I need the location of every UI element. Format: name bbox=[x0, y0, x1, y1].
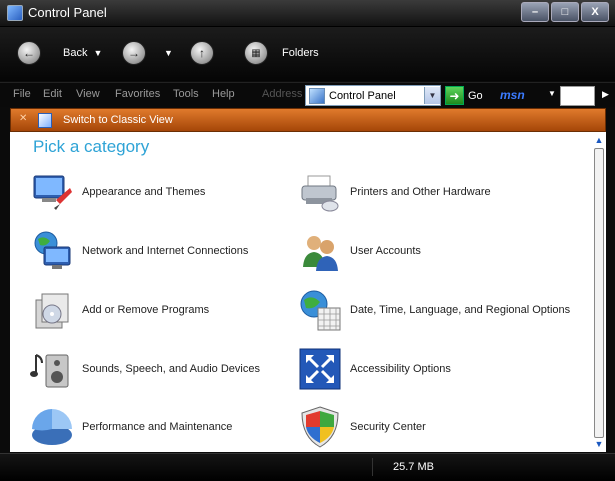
go-button[interactable]: ➜ Go bbox=[445, 86, 483, 105]
msn-search-input[interactable] bbox=[560, 86, 595, 106]
menu-file[interactable]: File bbox=[13, 88, 31, 100]
up-arrow-icon: ↑ bbox=[190, 41, 214, 65]
window-title: Control Panel bbox=[28, 5, 107, 20]
up-button[interactable]: ↑ bbox=[190, 41, 214, 65]
menu-bar: File Edit View Favorites Tools Help Addr… bbox=[0, 82, 615, 107]
collapse-icon[interactable]: ✕ bbox=[19, 113, 27, 124]
minimize-button[interactable]: – bbox=[521, 2, 549, 22]
category-label: Appearance and Themes bbox=[82, 186, 206, 198]
go-arrow-icon: ➜ bbox=[445, 86, 464, 105]
category-security-center[interactable]: Security Center bbox=[298, 405, 426, 449]
msn-logo[interactable]: msn bbox=[500, 88, 525, 102]
category-performance-maintenance[interactable]: Performance and Maintenance bbox=[30, 405, 232, 449]
close-button[interactable]: X bbox=[581, 2, 609, 22]
vertical-scrollbar[interactable]: ▲ ▼ bbox=[592, 132, 606, 452]
category-label: User Accounts bbox=[350, 245, 421, 257]
accessibility-icon bbox=[299, 348, 341, 390]
category-printers-hardware[interactable]: Printers and Other Hardware bbox=[298, 170, 491, 214]
address-input[interactable]: Control Panel ▼ bbox=[305, 85, 441, 106]
forward-arrow-icon: → bbox=[122, 41, 146, 65]
category-label: Date, Time, Language, and Regional Optio… bbox=[350, 304, 571, 316]
category-label: Sounds, Speech, and Audio Devices bbox=[82, 363, 260, 375]
scroll-thumb[interactable] bbox=[594, 148, 604, 438]
scroll-down-icon[interactable]: ▼ bbox=[592, 438, 606, 450]
back-button[interactable]: ← Back ▼ bbox=[17, 41, 102, 65]
category-date-time-language[interactable]: Date, Time, Language, and Regional Optio… bbox=[298, 288, 570, 332]
category-label: Performance and Maintenance bbox=[82, 421, 233, 433]
speaker-icon bbox=[30, 354, 69, 388]
category-network-internet[interactable]: Network and Internet Connections bbox=[30, 229, 248, 273]
address-dropdown-icon[interactable]: ▼ bbox=[424, 87, 440, 104]
menu-edit[interactable]: Edit bbox=[43, 88, 62, 100]
title-bar: Control Panel – □ X bbox=[0, 0, 615, 27]
performance-chart-icon bbox=[32, 409, 72, 445]
category-panel: Pick a category Appearance and Themes Pr… bbox=[10, 132, 606, 452]
address-value: Control Panel bbox=[329, 89, 396, 102]
navigation-toolbar: ← Back ▼ → ▼ ↑ ▦ Folders bbox=[0, 27, 615, 81]
appearance-themes-icon bbox=[33, 175, 72, 210]
category-add-remove-programs[interactable]: Add or Remove Programs bbox=[30, 288, 209, 332]
control-panel-window: Control Panel – □ X ← Back ▼ → ▼ ↑ ▦ Fol… bbox=[0, 0, 615, 481]
switch-view-icon bbox=[38, 113, 52, 128]
forward-dropdown-icon[interactable]: ▼ bbox=[164, 48, 173, 58]
globe-calendar-icon bbox=[300, 290, 341, 331]
task-pane-strip: ✕ Switch to Classic View bbox=[10, 108, 606, 132]
toolbar-overflow-icon[interactable]: ▶ bbox=[602, 89, 609, 100]
switch-to-classic-view-link[interactable]: Switch to Classic View bbox=[63, 114, 173, 126]
category-label: Add or Remove Programs bbox=[82, 304, 210, 316]
category-label: Network and Internet Connections bbox=[82, 245, 249, 257]
folders-button[interactable]: ▦ Folders bbox=[244, 41, 319, 65]
folders-label: Folders bbox=[282, 47, 319, 59]
page-title: Pick a category bbox=[33, 137, 150, 156]
category-accessibility[interactable]: Accessibility Options bbox=[298, 347, 451, 391]
category-label: Printers and Other Hardware bbox=[350, 186, 491, 198]
window-controls: – □ X bbox=[521, 2, 609, 22]
category-label: Accessibility Options bbox=[350, 363, 451, 375]
category-sounds-audio[interactable]: Sounds, Speech, and Audio Devices bbox=[30, 347, 260, 391]
control-panel-app-icon bbox=[7, 5, 23, 21]
security-shield-icon bbox=[301, 406, 339, 448]
back-label: Back bbox=[63, 47, 88, 59]
control-panel-icon bbox=[309, 87, 325, 104]
category-label: Security Center bbox=[350, 421, 426, 433]
back-arrow-icon: ← bbox=[17, 41, 41, 65]
maximize-button[interactable]: □ bbox=[551, 2, 579, 22]
status-bar: 25.7 MB bbox=[0, 453, 615, 481]
category-user-accounts[interactable]: User Accounts bbox=[298, 229, 421, 273]
printer-icon bbox=[301, 175, 339, 212]
category-appearance-themes[interactable]: Appearance and Themes bbox=[30, 170, 205, 214]
status-divider bbox=[372, 458, 373, 476]
menu-view[interactable]: View bbox=[76, 88, 100, 100]
add-remove-programs-icon bbox=[35, 293, 69, 329]
address-label: Address bbox=[262, 88, 303, 100]
go-label: Go bbox=[468, 89, 483, 102]
back-dropdown-icon[interactable]: ▼ bbox=[93, 48, 102, 58]
forward-button[interactable]: → ▼ bbox=[122, 41, 173, 65]
menu-help[interactable]: Help bbox=[212, 88, 235, 100]
menu-tools[interactable]: Tools bbox=[173, 88, 199, 100]
users-icon bbox=[303, 236, 338, 271]
menu-favorites[interactable]: Favorites bbox=[115, 88, 160, 100]
scroll-up-icon[interactable]: ▲ bbox=[592, 134, 606, 146]
network-globe-icon bbox=[34, 231, 71, 269]
msn-dropdown-icon[interactable]: ▼ bbox=[548, 89, 556, 98]
status-size: 25.7 MB bbox=[393, 461, 434, 473]
folders-icon: ▦ bbox=[244, 41, 268, 65]
